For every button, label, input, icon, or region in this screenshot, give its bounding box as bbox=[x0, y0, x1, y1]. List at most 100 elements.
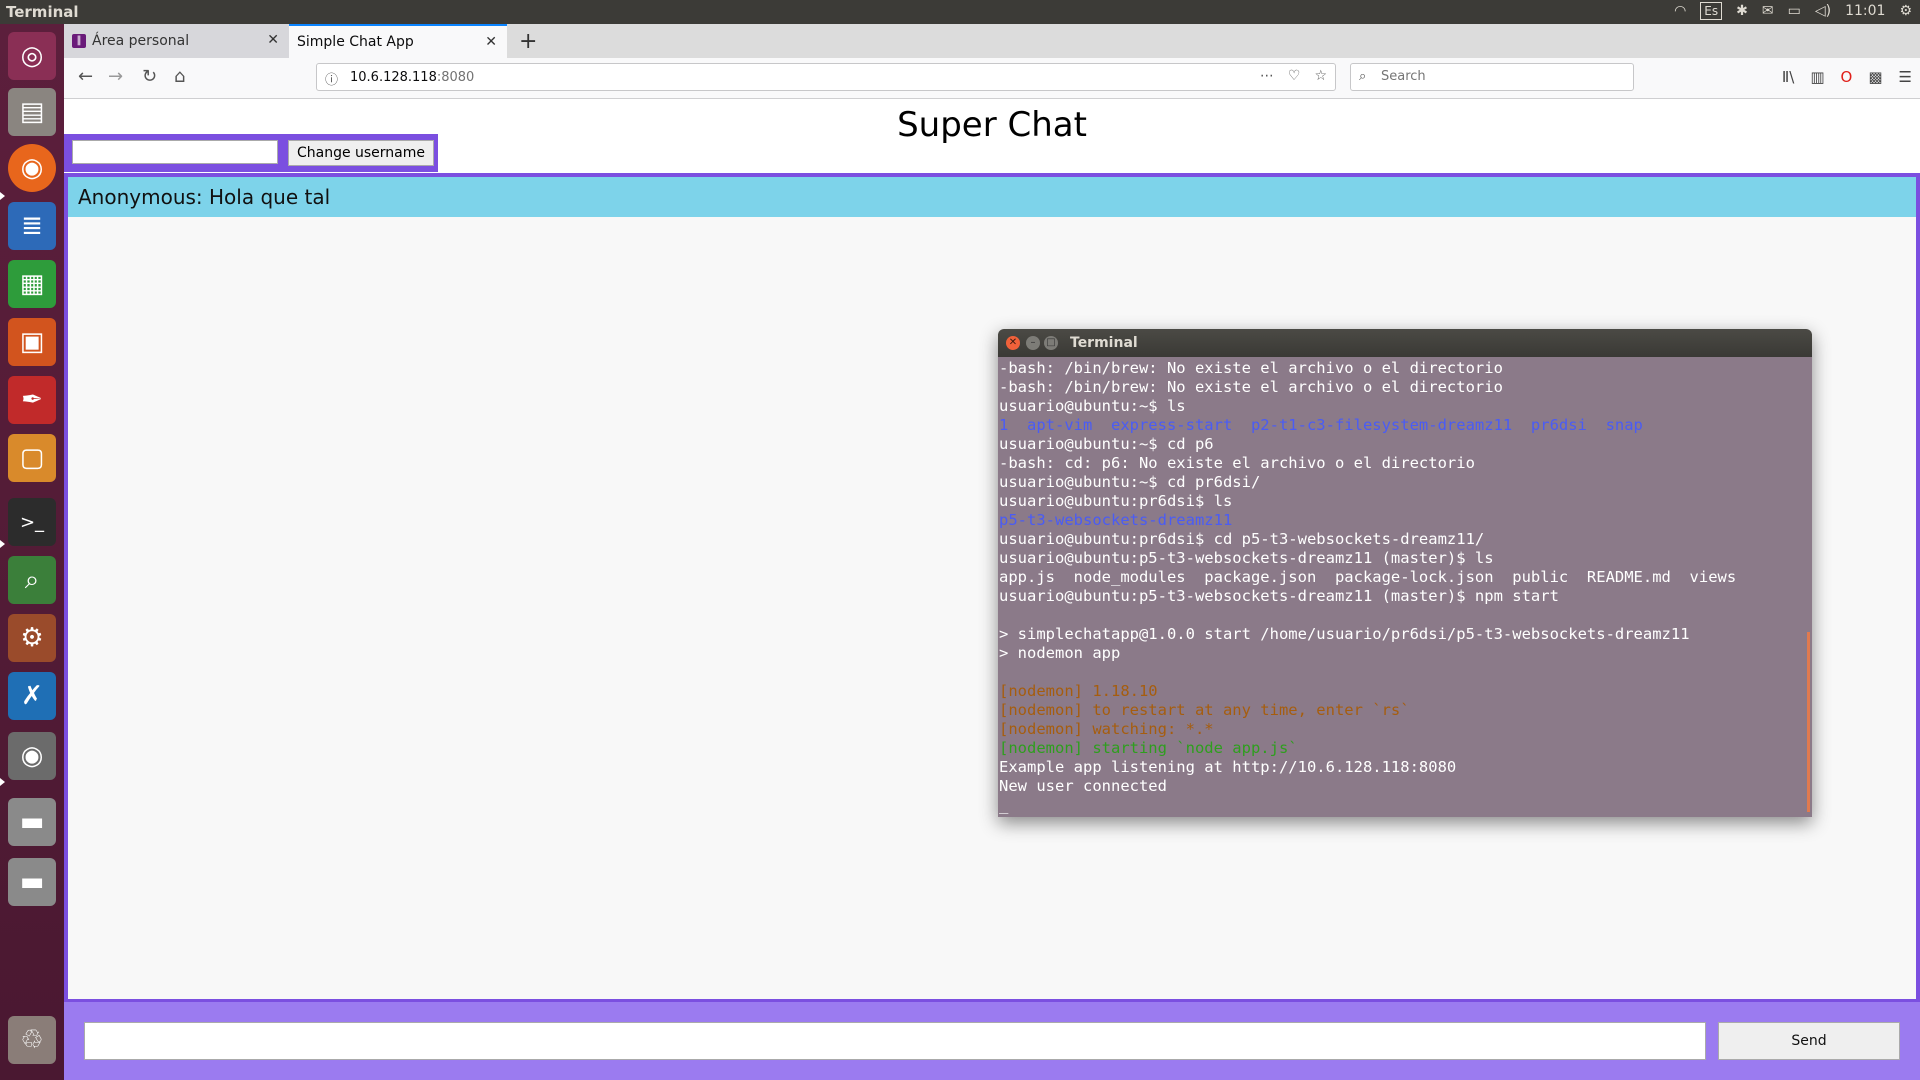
terminal-line: p5-t3-websockets-dreamz11 bbox=[999, 511, 1233, 529]
volume-icon[interactable]: ◁) bbox=[1815, 3, 1831, 19]
calc-icon[interactable]: ▦ bbox=[8, 260, 56, 308]
terminal-line: [nodemon] watching: *.* bbox=[999, 720, 1214, 738]
search-input[interactable] bbox=[1379, 68, 1623, 85]
tab-label: Área personal bbox=[92, 33, 190, 49]
ubuntu-dash-icon[interactable]: ◎ bbox=[8, 32, 56, 80]
gear-icon[interactable]: ⚙ bbox=[1899, 3, 1912, 19]
change-username-button[interactable]: Change username bbox=[288, 140, 434, 166]
terminal-line: usuario@ubuntu:pr6dsi$ ls bbox=[999, 492, 1233, 510]
settings-icon[interactable]: ⚙ bbox=[8, 614, 56, 662]
bookmark-star-icon[interactable]: ☆ bbox=[1314, 68, 1327, 84]
back-icon[interactable]: ← bbox=[78, 66, 93, 87]
mail-icon[interactable]: ✉ bbox=[1762, 3, 1774, 19]
close-icon[interactable]: ✕ bbox=[267, 32, 279, 48]
terminal-line: app.js node_modules package.json package… bbox=[999, 568, 1737, 586]
tab-label: Simple Chat App bbox=[297, 34, 414, 50]
terminal-line: Example app listening at http://10.6.128… bbox=[999, 758, 1457, 776]
keyboard-layout-indicator[interactable]: Es bbox=[1700, 2, 1723, 20]
terminal-titlebar[interactable]: ✕ – □ Terminal bbox=[998, 329, 1812, 357]
toolbar-right: Ⅱ\ ▥ O ▩ ☰ bbox=[1782, 68, 1912, 86]
terminal-line: usuario@ubuntu:p5-t3-websockets-dreamz11… bbox=[999, 549, 1494, 567]
message-list: Anonymous: Hola que tal bbox=[68, 177, 1916, 217]
close-icon[interactable]: ✕ bbox=[485, 34, 497, 50]
terminal-line: New user connected bbox=[999, 777, 1167, 795]
image-viewer-icon[interactable]: ⌕ bbox=[8, 556, 56, 604]
maximize-icon[interactable]: □ bbox=[1044, 336, 1058, 350]
document-viewer-icon[interactable]: ✒ bbox=[8, 376, 56, 424]
terminal-cursor: _ bbox=[999, 796, 1009, 814]
navigation-bar: ← → ↻ ⌂ ⓘ 10.6.128.118:8080 ⋯ ♡ ☆ ⌕ Ⅱ\ ▥… bbox=[64, 58, 1920, 99]
terminal-line: [nodemon] 1.18.10 bbox=[999, 682, 1158, 700]
moodle-icon: ‖ bbox=[72, 34, 86, 48]
pocket-icon[interactable]: ♡ bbox=[1288, 68, 1301, 84]
search-bar[interactable]: ⌕ bbox=[1350, 63, 1634, 91]
username-area: Change username bbox=[64, 134, 438, 172]
terminal-output[interactable]: -bash: /bin/brew: No existe el archivo o… bbox=[998, 357, 1812, 817]
bluetooth-icon[interactable]: ✱ bbox=[1736, 3, 1748, 19]
message-input[interactable] bbox=[84, 1022, 1706, 1060]
wifi-icon[interactable]: ◠ bbox=[1674, 3, 1686, 19]
terminal-line: -bash: cd: p6: No existe el archivo o el… bbox=[999, 454, 1475, 472]
impress-icon[interactable]: ▣ bbox=[8, 318, 56, 366]
trash-icon[interactable]: ♲ bbox=[8, 1016, 56, 1064]
username-input[interactable] bbox=[72, 140, 278, 164]
send-button[interactable]: Send bbox=[1718, 1022, 1900, 1060]
more-actions-icon[interactable]: ⋯ bbox=[1260, 68, 1274, 84]
new-tab-icon[interactable]: + bbox=[519, 29, 537, 54]
library-icon[interactable]: Ⅱ\ bbox=[1782, 68, 1794, 86]
terminal-scrollbar[interactable] bbox=[1807, 632, 1810, 812]
drive-icon[interactable]: ▬ bbox=[8, 798, 56, 846]
minimize-icon[interactable]: – bbox=[1026, 336, 1040, 350]
tab-simple-chat-app[interactable]: Simple Chat App ✕ bbox=[289, 24, 507, 58]
screenshot-icon[interactable]: ◉ bbox=[8, 732, 56, 780]
close-icon[interactable]: ✕ bbox=[1006, 336, 1020, 350]
tab-area-personal[interactable]: ‖ Área personal ✕ bbox=[64, 24, 289, 58]
message-item: Anonymous: Hola que tal bbox=[68, 177, 1916, 217]
files-icon[interactable]: ▤ bbox=[8, 88, 56, 136]
terminal-line: > simplechatapp@1.0.0 start /home/usuari… bbox=[999, 625, 1690, 643]
tab-bar: ‖ Área personal ✕ Simple Chat App ✕ + bbox=[64, 24, 1920, 58]
running-indicator bbox=[0, 540, 5, 548]
terminal-line: usuario@ubuntu:p5-t3-websockets-dreamz11… bbox=[999, 587, 1559, 605]
forward-icon[interactable]: → bbox=[108, 66, 123, 87]
indicator-area: ◠ Es ✱ ✉ ▭ ◁) 11:01 ⚙ bbox=[1674, 2, 1912, 20]
terminal-title: Terminal bbox=[1070, 335, 1138, 351]
top-panel: Terminal ◠ Es ✱ ✉ ▭ ◁) 11:01 ⚙ bbox=[0, 0, 1920, 24]
info-icon[interactable]: ⓘ bbox=[325, 69, 338, 88]
launcher: ◎ ▤ ◉ ≣ ▦ ▣ ✒ ▢ >_ ⌕ ⚙ ✗ ◉ ▬ ▬ ♲ bbox=[0, 24, 65, 1080]
drive-icon[interactable]: ▬ bbox=[8, 858, 56, 906]
terminal-window[interactable]: ✕ – □ Terminal -bash: /bin/brew: No exis… bbox=[998, 329, 1812, 817]
url-text[interactable]: 10.6.128.118:8080 bbox=[350, 70, 474, 85]
reload-icon[interactable]: ↻ bbox=[142, 66, 157, 87]
running-indicator bbox=[0, 778, 5, 786]
terminal-line: > nodemon app bbox=[999, 644, 1121, 662]
home-icon[interactable]: ⌂ bbox=[174, 66, 185, 87]
terminal-line: usuario@ubuntu:~$ cd p6 bbox=[999, 435, 1214, 453]
running-indicator bbox=[0, 192, 5, 200]
terminal-line: [nodemon] starting `node app.js` bbox=[999, 739, 1298, 757]
sidebar-icon[interactable]: ▥ bbox=[1810, 68, 1824, 86]
terminal-line: -bash: /bin/brew: No existe el archivo o… bbox=[999, 359, 1503, 377]
writer-icon[interactable]: ≣ bbox=[8, 202, 56, 250]
terminal-line: usuario@ubuntu:pr6dsi$ cd p5-t3-websocke… bbox=[999, 530, 1485, 548]
terminal-line: -bash: /bin/brew: No existe el archivo o… bbox=[999, 378, 1503, 396]
terminal-line: 1 apt-vim express-start p2-t1-c3-filesys… bbox=[999, 416, 1643, 434]
terminal-line: usuario@ubuntu:~$ ls bbox=[999, 397, 1186, 415]
software-center-icon[interactable]: ▢ bbox=[8, 434, 56, 482]
vscode-icon[interactable]: ✗ bbox=[8, 672, 56, 720]
terminal-line: usuario@ubuntu:~$ cd pr6dsi/ bbox=[999, 473, 1261, 491]
terminal-line: [nodemon] to restart at any time, enter … bbox=[999, 701, 1410, 719]
menu-icon[interactable]: ☰ bbox=[1899, 68, 1912, 86]
clock[interactable]: 11:01 bbox=[1845, 3, 1885, 19]
terminal-icon[interactable]: >_ bbox=[8, 498, 56, 546]
firefox-icon[interactable]: ◉ bbox=[8, 144, 56, 192]
active-app-title: Terminal bbox=[6, 3, 79, 21]
extension-icon[interactable]: ▩ bbox=[1868, 68, 1882, 86]
url-bar[interactable]: ⓘ 10.6.128.118:8080 ⋯ ♡ ☆ bbox=[316, 63, 1336, 91]
url-actions: ⋯ ♡ ☆ bbox=[1260, 68, 1327, 84]
send-area: Send bbox=[64, 1002, 1920, 1080]
opera-icon[interactable]: O bbox=[1841, 68, 1853, 86]
battery-icon[interactable]: ▭ bbox=[1788, 3, 1801, 19]
